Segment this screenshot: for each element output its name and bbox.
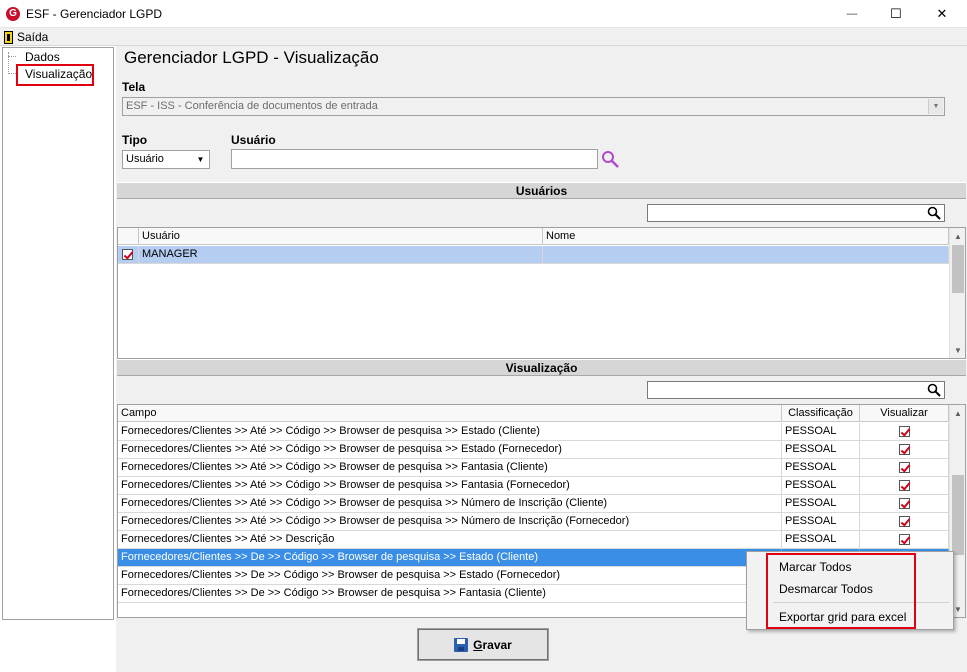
checkbox-checked-icon	[898, 497, 910, 509]
table-row[interactable]: MANAGER	[118, 246, 949, 264]
cell-classificacao: PESSOAL	[782, 423, 860, 441]
maximize-button[interactable]: ☐	[873, 0, 919, 28]
page-title: Gerenciador LGPD - Visualização	[124, 48, 379, 67]
cell-campo: Fornecedores/Clientes >> Até >> Código >…	[118, 513, 782, 531]
checkbox-checked-icon	[898, 425, 910, 437]
close-button[interactable]: ✕	[919, 0, 965, 28]
scroll-down-icon[interactable]: ▼	[950, 342, 965, 358]
users-filter-input[interactable]	[647, 204, 945, 222]
scroll-up-icon[interactable]: ▲	[950, 405, 965, 421]
table-row[interactable]: Fornecedores/Clientes >> Até >> Descriçã…	[118, 531, 949, 549]
search-icon[interactable]	[927, 206, 941, 220]
checkbox-checked-icon	[898, 461, 910, 473]
navigation-tree: Dados Visualização	[2, 47, 114, 620]
usuario-label: Usuário	[231, 133, 276, 147]
view-grid-header: Campo Classificação Visualizar	[118, 405, 949, 422]
view-filter-input[interactable]	[647, 381, 945, 399]
exit-door-icon	[4, 30, 13, 44]
cell-campo: Fornecedores/Clientes >> De >> Código >>…	[118, 585, 782, 603]
tipo-select[interactable]: Usuário ▼	[122, 150, 210, 169]
users-grid-scrollbar[interactable]: ▲ ▼	[949, 228, 965, 358]
cell-classificacao: PESSOAL	[782, 531, 860, 549]
users-grid-header: Usuário Nome	[118, 228, 949, 245]
close-icon: ✕	[936, 6, 948, 21]
cell-visualizar[interactable]	[860, 441, 949, 459]
context-menu: Marcar Todos Desmarcar Todos Exportar gr…	[746, 551, 954, 630]
tela-select[interactable]: ESF - ISS - Conferência de documentos de…	[122, 97, 945, 116]
table-row[interactable]: Fornecedores/Clientes >> Até >> Código >…	[118, 459, 949, 477]
checkbox-checked-icon	[122, 248, 133, 260]
tipo-value: Usuário	[126, 153, 164, 165]
cell-campo: Fornecedores/Clientes >> Até >> Descriçã…	[118, 531, 782, 549]
cell-campo: Fornecedores/Clientes >> Até >> Código >…	[118, 423, 782, 441]
header-cell-classificacao[interactable]: Classificação	[782, 405, 860, 422]
row-checkbox[interactable]	[118, 246, 139, 264]
cell-campo: Fornecedores/Clientes >> Até >> Código >…	[118, 459, 782, 477]
title-bar: G ESF - Gerenciador LGPD — ☐ ✕	[0, 0, 967, 28]
cell-usuario: MANAGER	[139, 246, 543, 264]
scroll-up-icon[interactable]: ▲	[950, 228, 965, 244]
users-grid[interactable]: Usuário Nome MANAGER ▲ ▼	[117, 227, 966, 359]
checkbox-checked-icon	[898, 515, 910, 527]
cell-visualizar[interactable]	[860, 477, 949, 495]
table-row[interactable]: Fornecedores/Clientes >> Até >> Código >…	[118, 477, 949, 495]
cell-campo: Fornecedores/Clientes >> Até >> Código >…	[118, 495, 782, 513]
tree-item-dados[interactable]: Dados	[25, 50, 60, 64]
cell-campo: Fornecedores/Clientes >> De >> Código >>…	[118, 549, 782, 567]
cell-campo: Fornecedores/Clientes >> Até >> Código >…	[118, 441, 782, 459]
cell-visualizar[interactable]	[860, 513, 949, 531]
table-row[interactable]: Fornecedores/Clientes >> Até >> Código >…	[118, 495, 949, 513]
header-cell-campo[interactable]: Campo	[118, 405, 782, 422]
table-row[interactable]: Fornecedores/Clientes >> Até >> Código >…	[118, 513, 949, 531]
cell-classificacao: PESSOAL	[782, 477, 860, 495]
floppy-disk-icon	[454, 637, 469, 652]
checkbox-checked-icon	[898, 479, 910, 491]
tela-value: ESF - ISS - Conferência de documentos de…	[126, 100, 378, 112]
checkbox-checked-icon	[898, 533, 910, 545]
tela-label: Tela	[122, 80, 146, 94]
tree-connector	[8, 56, 16, 57]
table-row[interactable]: Fornecedores/Clientes >> Até >> Código >…	[118, 441, 949, 459]
save-button-label: Gravar	[473, 637, 512, 652]
cell-visualizar[interactable]	[860, 495, 949, 513]
cell-nome	[543, 246, 949, 264]
header-cell-usuario[interactable]: Usuário	[139, 228, 543, 245]
tree-connector	[8, 73, 16, 74]
menu-bar: Saída	[0, 28, 967, 46]
cell-classificacao: PESSOAL	[782, 441, 860, 459]
tipo-label: Tipo	[122, 133, 148, 147]
chevron-down-icon: ▼	[928, 99, 943, 114]
scroll-thumb[interactable]	[952, 245, 964, 293]
window-title: ESF - Gerenciador LGPD	[26, 7, 163, 21]
highlight-annotation	[766, 553, 916, 629]
users-section-header: Usuários	[117, 182, 966, 199]
cell-visualizar[interactable]	[860, 531, 949, 549]
view-section-header: Visualização	[117, 359, 966, 376]
exit-menu-label: Saída	[17, 30, 49, 44]
highlight-annotation	[16, 64, 94, 86]
save-button[interactable]: Gravar	[417, 628, 549, 661]
exit-menu-item[interactable]: Saída	[4, 29, 48, 45]
table-row[interactable]: Fornecedores/Clientes >> Até >> Código >…	[118, 423, 949, 441]
checkbox-checked-icon	[898, 443, 910, 455]
minimize-button[interactable]: —	[829, 0, 875, 28]
search-icon[interactable]	[927, 383, 941, 397]
cell-classificacao: PESSOAL	[782, 495, 860, 513]
header-cell-visualizar[interactable]: Visualizar	[860, 405, 949, 422]
search-icon[interactable]	[601, 150, 620, 169]
cell-visualizar[interactable]	[860, 459, 949, 477]
cell-classificacao: PESSOAL	[782, 459, 860, 477]
cell-classificacao: PESSOAL	[782, 513, 860, 531]
cell-visualizar[interactable]	[860, 423, 949, 441]
maximize-icon: ☐	[890, 6, 902, 21]
app-logo-icon: G	[6, 7, 20, 21]
header-cell	[118, 228, 139, 245]
header-cell-nome[interactable]: Nome	[543, 228, 949, 245]
cell-campo: Fornecedores/Clientes >> Até >> Código >…	[118, 477, 782, 495]
chevron-down-icon: ▼	[193, 152, 208, 167]
scroll-thumb[interactable]	[952, 475, 964, 555]
minimize-icon: —	[846, 8, 858, 20]
usuario-input[interactable]	[231, 149, 598, 169]
cell-campo: Fornecedores/Clientes >> De >> Código >>…	[118, 567, 782, 585]
